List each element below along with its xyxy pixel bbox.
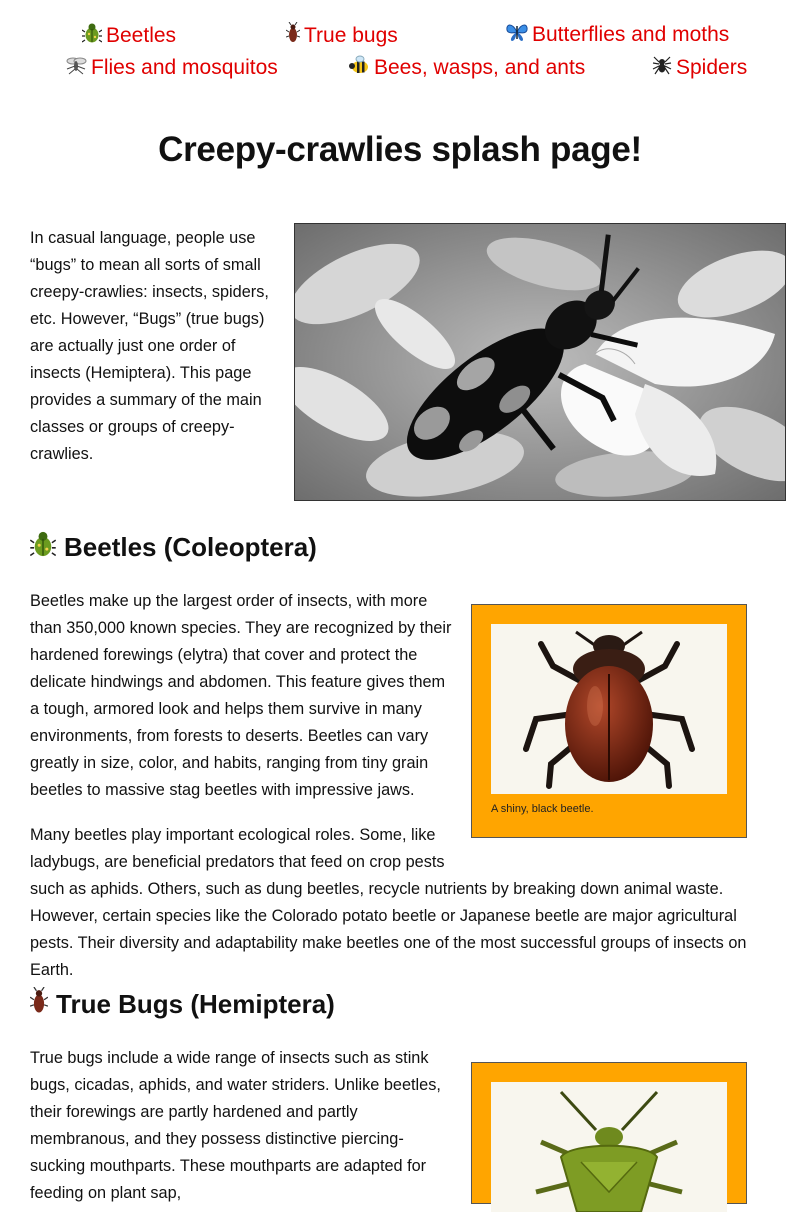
- spider-icon: [652, 55, 672, 82]
- nav-label: Bees, wasps, and ants: [374, 56, 586, 80]
- page-title: Creepy-crawlies splash page!: [158, 130, 642, 169]
- cockroach-icon: [285, 21, 301, 51]
- beetles-paragraph-2a: Many beetles play important ecological r…: [30, 826, 445, 871]
- butterfly-icon: [506, 22, 528, 49]
- nav-label: True bugs: [304, 24, 398, 48]
- section-heading-text: True Bugs (Hemiptera): [56, 989, 335, 1019]
- nav-label: Butterflies and moths: [532, 23, 730, 47]
- nav-link-butterflies[interactable]: Butterflies and moths: [506, 22, 729, 49]
- section-heading-true-bugs: True Bugs (Hemiptera): [29, 986, 335, 1022]
- beetle-icon: [81, 22, 103, 51]
- nav-link-spiders[interactable]: Spiders: [652, 55, 747, 82]
- hero-beetle-photo: [294, 223, 786, 501]
- true-bugs-paragraph-1: True bugs include a wide range of insect…: [30, 1049, 441, 1202]
- top-nav: Beetles True bugs Butterflies and moths …: [0, 0, 800, 100]
- beetles-paragraph-1: Beetles make up the largest order of ins…: [30, 592, 452, 799]
- nav-label: Beetles: [106, 24, 177, 48]
- cockroach-icon: [29, 986, 49, 1022]
- nav-label: Flies and mosquitos: [91, 56, 278, 80]
- beetles-paragraph-2b: such as aphids. Others, such as dung bee…: [30, 880, 747, 979]
- true-bug-figure: [471, 1062, 747, 1212]
- nav-link-bees[interactable]: Bees, wasps, and ants: [348, 55, 585, 82]
- intro-paragraph: In casual language, people use “bugs” to…: [30, 229, 269, 463]
- section-heading-text: Beetles (Coleoptera): [64, 532, 317, 562]
- beetle-icon: [29, 530, 57, 565]
- nav-label: Spiders: [676, 56, 748, 80]
- beetle-figure-caption: A shiny, black beetle.: [491, 803, 594, 815]
- mosquito-icon: [65, 55, 87, 82]
- beetle-illustration: [491, 624, 727, 794]
- true-bug-illustration: [491, 1082, 727, 1212]
- nav-link-beetles[interactable]: Beetles: [81, 22, 177, 51]
- bee-icon: [348, 55, 370, 82]
- section-heading-beetles: Beetles (Coleoptera): [29, 530, 317, 565]
- nav-link-flies[interactable]: Flies and mosquitos: [65, 55, 278, 82]
- beetle-figure: A shiny, black beetle.: [471, 604, 747, 838]
- nav-link-true-bugs[interactable]: True bugs: [285, 21, 398, 51]
